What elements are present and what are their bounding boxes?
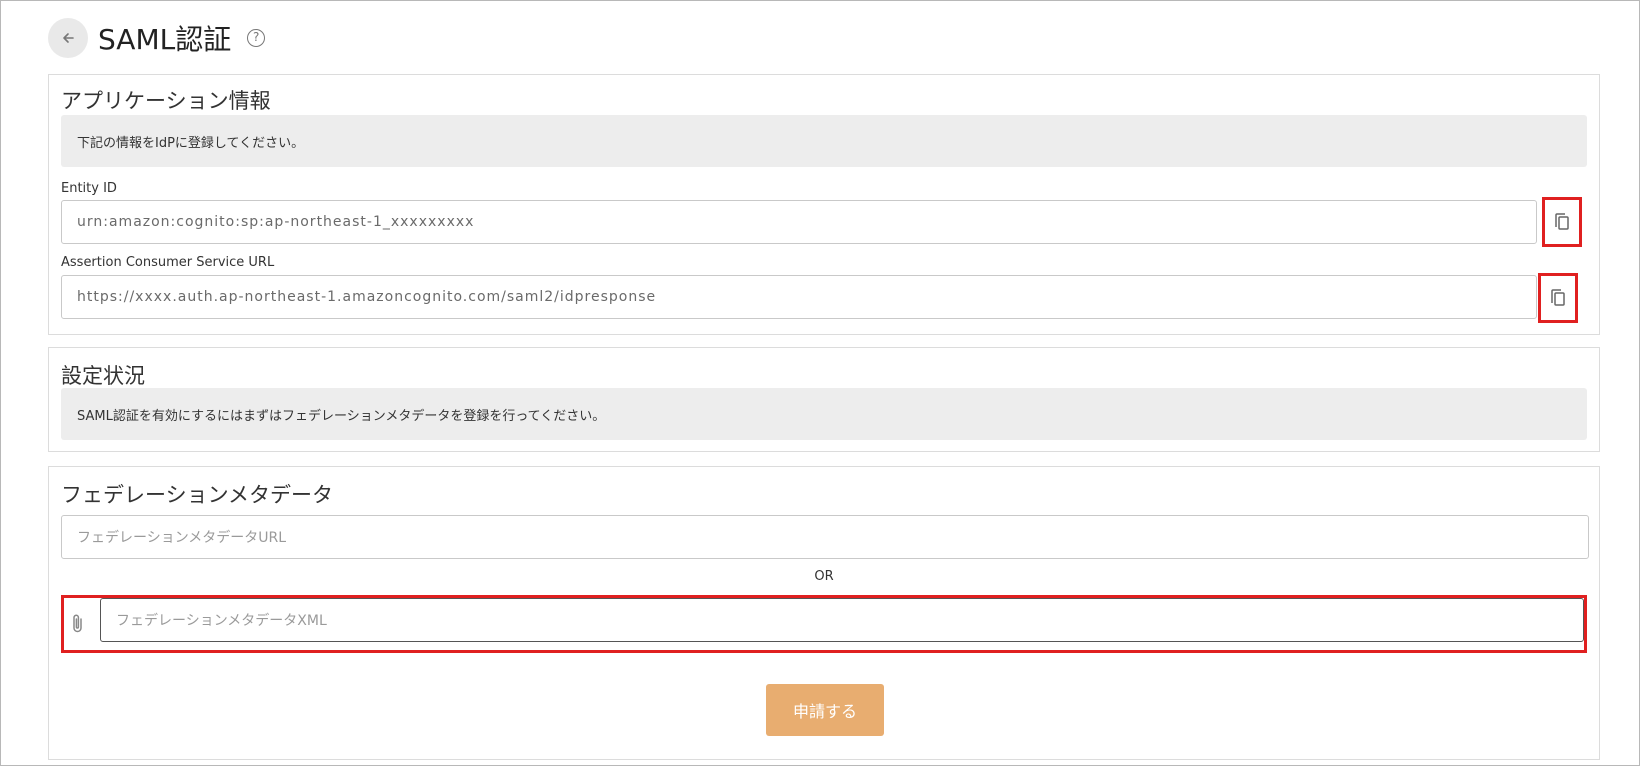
- or-separator: OR: [814, 569, 834, 584]
- page-title: SAML認証: [98, 23, 232, 56]
- federation-url-placeholder: フェデレーションメタデータURL: [77, 530, 287, 546]
- application-info-notice-text: 下記の情報をIdPに登録してください。: [77, 135, 305, 151]
- entity-id-value: urn:amazon:cognito:sp:ap-northeast-1_xxx…: [77, 214, 475, 230]
- federation-panel: フェデレーションメタデータ フェデレーションメタデータURL OR フェデレーシ…: [48, 466, 1600, 760]
- acs-url-value: https://xxxx.auth.ap-northeast-1.amazonc…: [77, 289, 657, 305]
- federation-xml-placeholder: フェデレーションメタデータXML: [116, 613, 327, 629]
- status-panel: 設定状況 SAML認証を有効にするにはまずはフェデレーションメタデータを登録を行…: [48, 347, 1600, 452]
- status-title: 設定状況: [61, 364, 145, 388]
- application-info-title: アプリケーション情報: [61, 89, 271, 113]
- entity-id-copy-button[interactable]: [1542, 197, 1582, 247]
- back-button[interactable]: [48, 18, 88, 58]
- status-notice-text: SAML認証を有効にするにはまずはフェデレーションメタデータを登録を行ってくださ…: [77, 408, 606, 424]
- federation-xml-row: フェデレーションメタデータXML: [61, 595, 1587, 653]
- arrow-left-icon: [63, 33, 74, 43]
- application-info-notice: 下記の情報をIdPに登録してください。: [61, 115, 1587, 167]
- question-circle-icon[interactable]: ?: [247, 29, 266, 47]
- entity-id-field[interactable]: urn:amazon:cognito:sp:ap-northeast-1_xxx…: [61, 200, 1537, 244]
- federation-url-input[interactable]: フェデレーションメタデータURL: [61, 515, 1589, 559]
- submit-button[interactable]: 申請する: [766, 684, 884, 736]
- entity-id-label: Entity ID: [61, 181, 117, 196]
- copy-icon: [1551, 289, 1565, 306]
- acs-url-copy-button[interactable]: [1538, 273, 1578, 323]
- paperclip-icon[interactable]: [68, 612, 88, 636]
- federation-title: フェデレーションメタデータ: [61, 483, 333, 507]
- application-info-panel: アプリケーション情報 下記の情報をIdPに登録してください。 Entity ID…: [48, 74, 1600, 335]
- acs-url-label: Assertion Consumer Service URL: [61, 255, 275, 270]
- page-header: SAML認証 ?: [48, 18, 266, 58]
- federation-xml-input[interactable]: フェデレーションメタデータXML: [100, 598, 1584, 642]
- copy-icon: [1555, 213, 1569, 230]
- acs-url-field[interactable]: https://xxxx.auth.ap-northeast-1.amazonc…: [61, 275, 1537, 319]
- status-notice: SAML認証を有効にするにはまずはフェデレーションメタデータを登録を行ってくださ…: [61, 388, 1587, 440]
